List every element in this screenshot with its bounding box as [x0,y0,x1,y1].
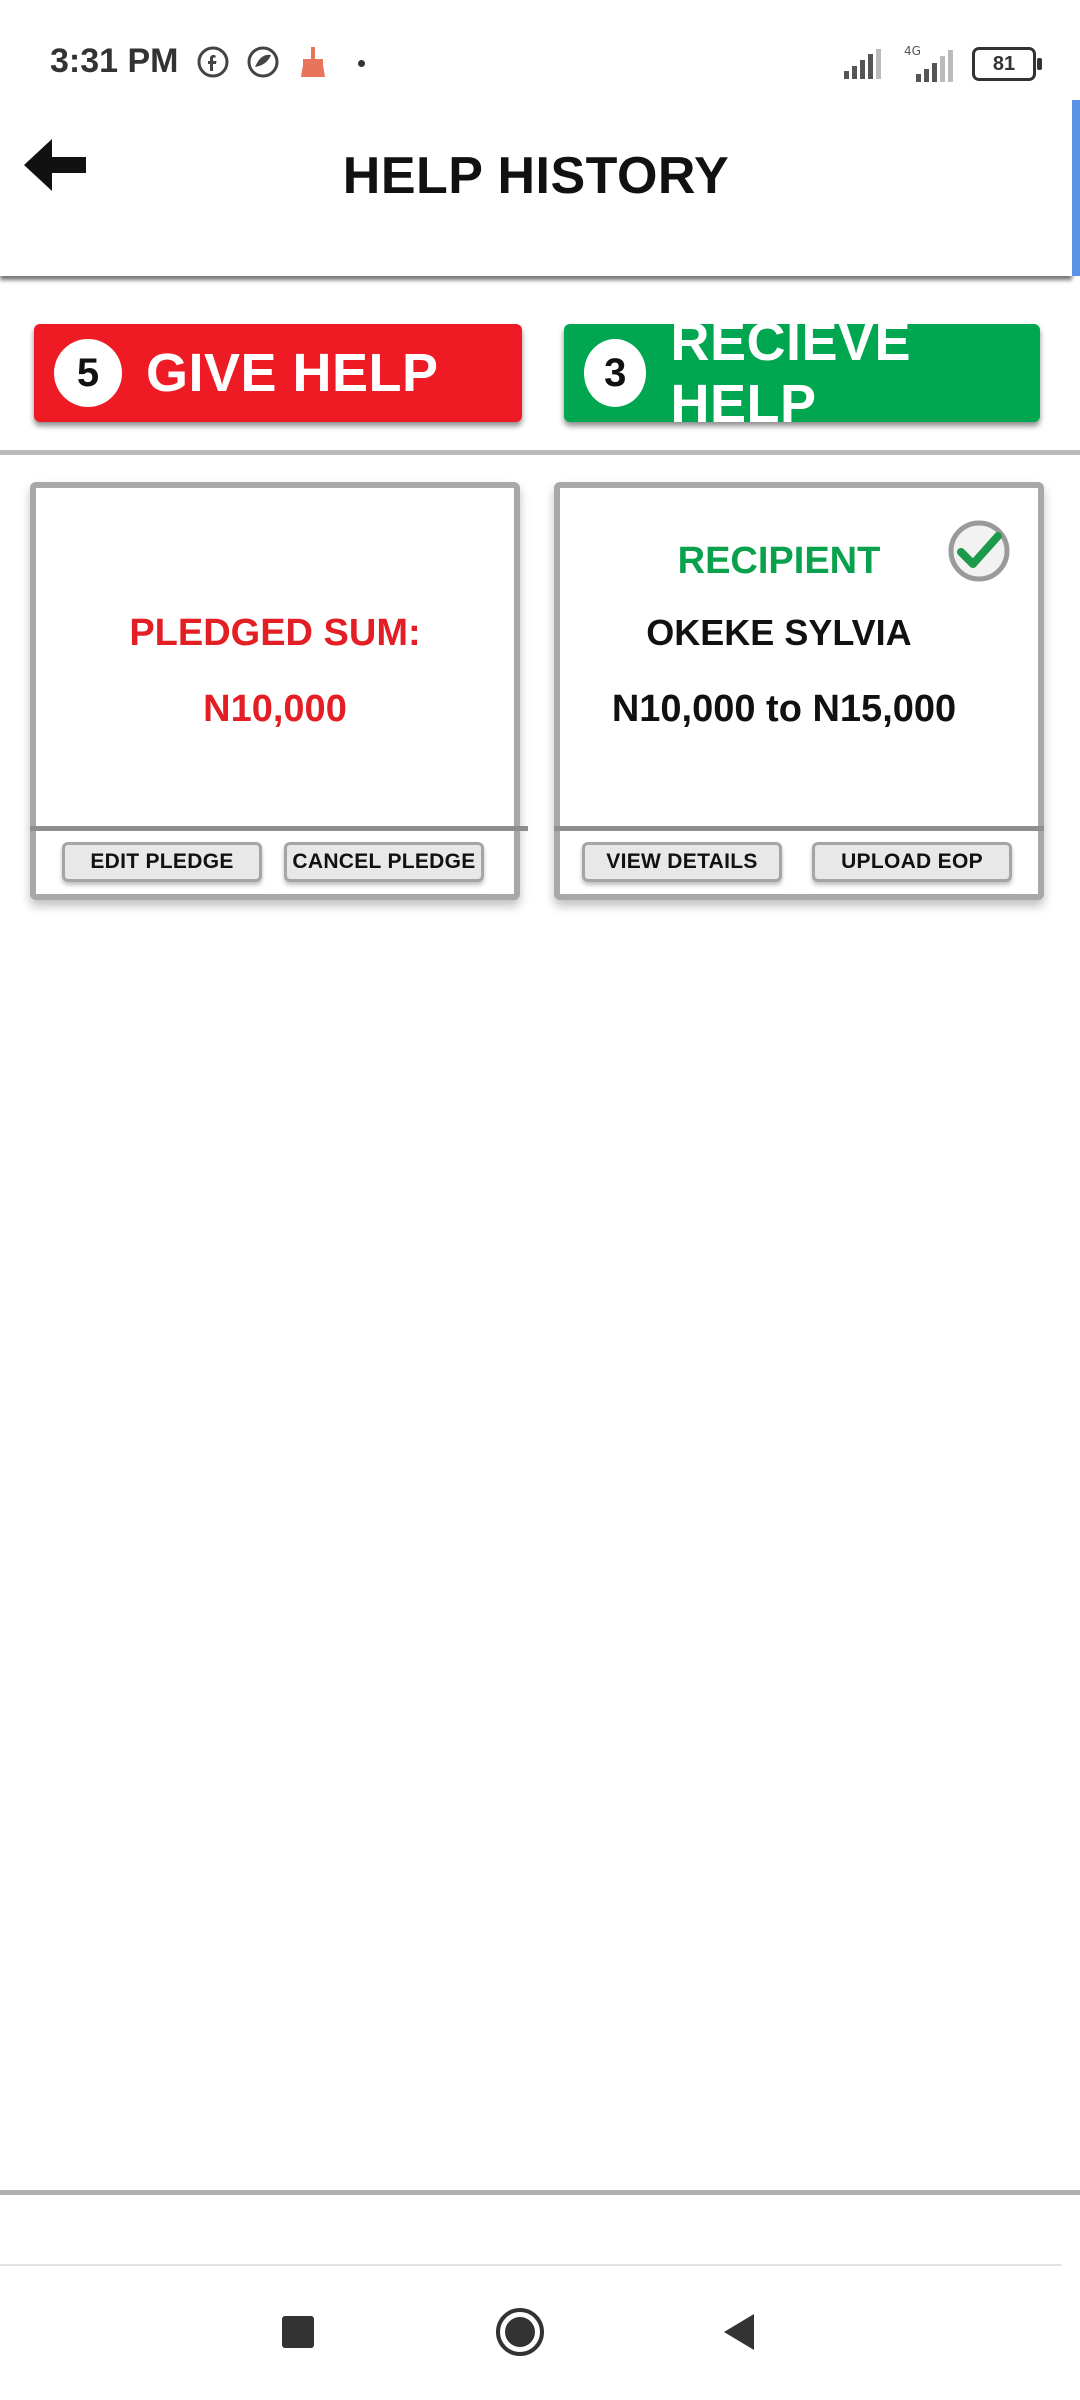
home-button[interactable] [488,2300,552,2364]
cancel-pledge-button[interactable]: CANCEL PLEDGE [284,842,484,882]
status-system-icons: 4G 81 [842,44,1042,84]
pledged-sum-label: PLEDGED SUM: [129,612,421,654]
battery-level: 81 [992,52,1016,75]
recipient-card: RECIPIENT OKEKE SYLVIA N10,000 to N15,00… [554,482,1044,900]
card-divider [554,826,1044,831]
card-divider [30,826,528,831]
home-circle-icon [496,2308,544,2356]
status-more-dot [358,60,365,67]
signal-4g-icon: 4G [904,44,953,82]
recipient-amount-range: N10,000 to N15,000 [611,688,957,730]
facebook-icon [197,46,229,78]
tab-receive-help[interactable]: 3 RECIEVE HELP [564,312,1040,434]
upload-eop-button[interactable]: UPLOAD EOP [812,842,1012,882]
cleaner-icon [301,47,325,77]
receive-help-label: RECIEVE HELP [670,312,912,434]
status-time: 3:31 PM [50,42,179,80]
give-help-label: GIVE HELP [146,343,439,403]
edit-pledge-button[interactable]: EDIT PLEDGE [62,842,262,882]
tabs-divider [0,450,1080,455]
app-header: HELP HISTORY [0,100,1072,276]
give-help-count-badge: 5 [54,339,122,407]
receive-help-count-badge: 3 [584,339,647,407]
recipient-name: OKEKE SYLVIA [646,612,912,653]
page-title: HELP HISTORY [342,147,730,205]
network-type-text: 4G [904,44,921,58]
tab-give-help[interactable]: 5 GIVE HELP [34,324,522,422]
view-details-button[interactable]: VIEW DETAILS [582,842,782,882]
browser-icon [247,46,279,78]
pledge-card: PLEDGED SUM: N10,000 EDIT PLEDGE CANCEL … [30,482,528,900]
nav-back-button[interactable] [708,2300,772,2364]
check-circle-icon [948,520,1010,582]
recents-button[interactable] [266,2300,330,2364]
battery-icon: 81 [972,47,1042,81]
signal-icon [844,49,881,79]
status-notification-icons [196,45,330,79]
header-accent-bar [1072,100,1080,276]
bottom-divider [0,2190,1080,2195]
back-triangle-icon [724,2314,754,2350]
nav-bar-divider [0,2264,1062,2266]
recipient-label: RECIPIENT [677,540,881,582]
pledged-sum-amount: N10,000 [203,688,347,730]
system-nav-bar [0,2270,1080,2400]
recents-square-icon [282,2316,314,2348]
